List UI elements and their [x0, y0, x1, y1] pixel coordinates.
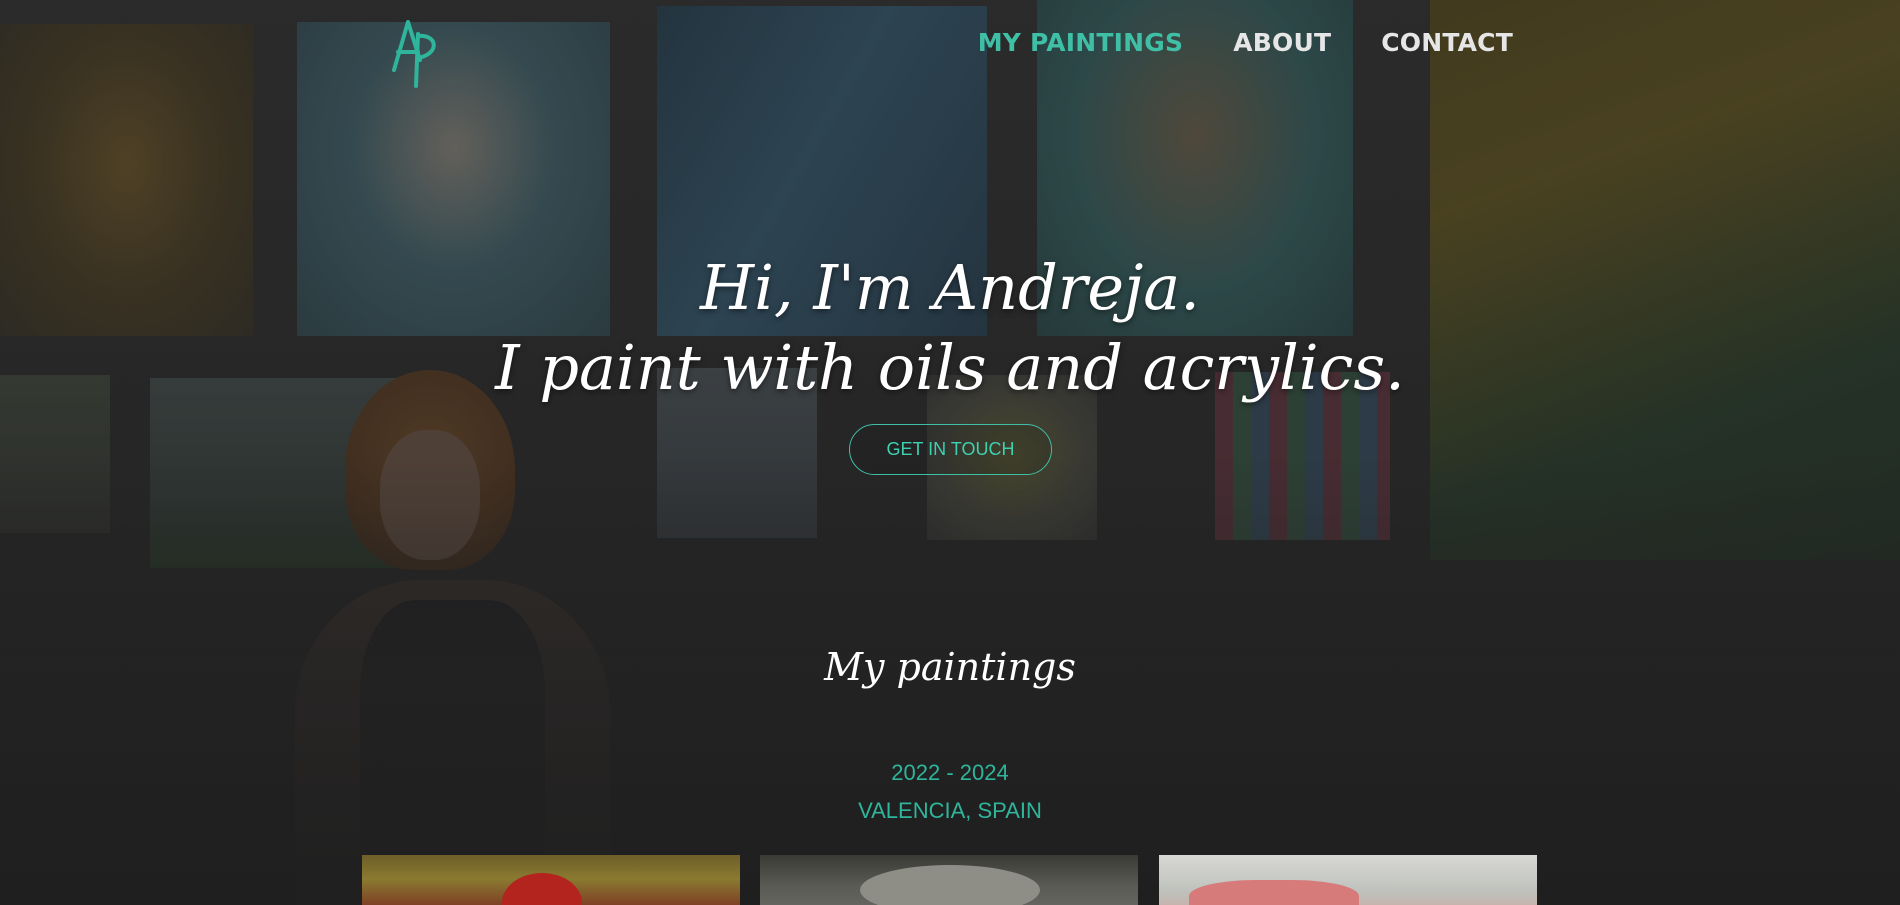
- hero-line-2: I paint with oils and acrylics.: [495, 331, 1405, 404]
- ap-logo-icon[interactable]: [386, 14, 446, 92]
- hero-line-1: Hi, I'm Andreja.: [700, 251, 1200, 324]
- page: MY PAINTINGS ABOUT CONTACT Hi, I'm Andre…: [0, 0, 1900, 905]
- nav-my-paintings[interactable]: MY PAINTINGS: [978, 28, 1184, 57]
- painting-thumbnail[interactable]: [760, 855, 1138, 905]
- painting-thumbnail[interactable]: [362, 855, 740, 905]
- nav-about[interactable]: ABOUT: [1233, 28, 1331, 57]
- nav-contact[interactable]: CONTACT: [1381, 28, 1513, 57]
- hero-heading: Hi, I'm Andreja. I paint with oils and a…: [0, 248, 1900, 408]
- main-nav: MY PAINTINGS ABOUT CONTACT: [978, 28, 1513, 57]
- section-title: My paintings: [824, 645, 1076, 689]
- years-label: 2022 - 2024: [891, 760, 1009, 785]
- get-in-touch-button[interactable]: GET IN TOUCH: [849, 424, 1052, 475]
- location-label: VALENCIA, SPAIN: [858, 798, 1042, 823]
- painting-thumbnail[interactable]: [1159, 855, 1537, 905]
